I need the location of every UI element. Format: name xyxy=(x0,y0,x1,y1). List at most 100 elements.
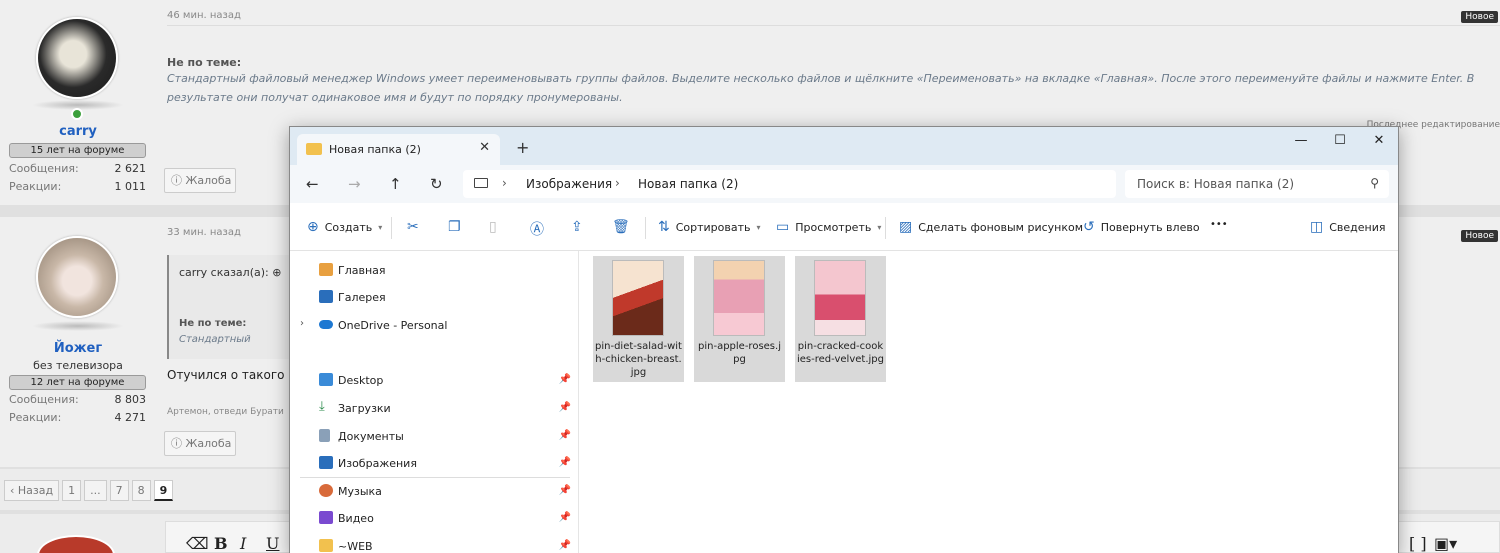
title-bar: Новая папка (2) ✕ + — ☐ ✕ xyxy=(290,127,1398,165)
quote-text: Стандартный xyxy=(179,334,251,345)
report-icon: ⓘ xyxy=(171,174,186,187)
file-item[interactable]: pin-diet-salad-with-chicken-breast.jpg xyxy=(593,256,684,382)
username[interactable]: carry xyxy=(8,124,148,139)
up-arrow-icon[interactable]: ↑ xyxy=(389,175,402,193)
pin-icon[interactable]: 📌 xyxy=(559,430,571,441)
new-badge: Новое xyxy=(1461,11,1498,23)
nav-item-onedrive[interactable]: › OneDrive - Personal xyxy=(290,313,579,339)
pin-icon[interactable]: 📌 xyxy=(559,457,571,468)
rotate-left-button[interactable]: ↺ Повернуть влево xyxy=(1083,219,1200,235)
bold-button[interactable]: B xyxy=(214,534,228,553)
nav-item-gallery[interactable]: Галерея xyxy=(290,285,579,311)
breadcrumb-current-folder[interactable]: Новая папка (2) xyxy=(638,177,738,191)
minimize-button[interactable]: — xyxy=(1286,133,1316,148)
nav-item-home[interactable]: Главная xyxy=(290,258,579,284)
copy-icon: ❐ xyxy=(448,219,461,235)
pin-icon[interactable]: 📌 xyxy=(559,485,571,496)
share-icon: ⇪ xyxy=(571,219,583,235)
nav-item-pictures[interactable]: Изображения 📌 xyxy=(290,451,579,477)
nav-item-web[interactable]: ~WEB 📌 xyxy=(290,534,579,553)
post-body: Отучился о такого по xyxy=(167,368,304,382)
post-time[interactable]: 33 мин. назад xyxy=(167,227,241,238)
new-tab-icon[interactable]: + xyxy=(516,138,529,157)
view-icon: ▭ xyxy=(776,219,790,235)
chevron-down-icon: ▾ xyxy=(877,222,882,232)
desktop-icon xyxy=(319,373,333,386)
delete-button[interactable]: 🗑 xyxy=(612,219,630,235)
report-button[interactable]: ⓘ Жалоба xyxy=(164,431,236,456)
nav-item-downloads[interactable]: ⤓ Загрузки 📌 xyxy=(290,396,579,422)
file-name: pin-diet-salad-with-chicken-breast.jpg xyxy=(595,341,682,378)
nav-item-music[interactable]: Музыка 📌 xyxy=(290,479,579,505)
pin-icon[interactable]: 📌 xyxy=(559,402,571,413)
pin-icon[interactable]: 📌 xyxy=(559,374,571,385)
share-button[interactable]: ⇪ xyxy=(571,219,583,235)
file-item[interactable]: pin-cracked-cookies-red-velvet.jpg xyxy=(795,256,886,382)
quote-author[interactable]: carry сказал(а): ⊕ xyxy=(179,266,281,279)
avatar[interactable] xyxy=(36,17,118,99)
close-button[interactable]: ✕ xyxy=(1364,133,1394,148)
underline-button[interactable]: U xyxy=(266,534,279,553)
reactions-stat: Реакции: 4 271 xyxy=(9,411,146,424)
chevron-right-icon[interactable]: › xyxy=(300,318,304,329)
more-options-button[interactable]: ••• xyxy=(1210,219,1228,230)
current-page[interactable]: 9 xyxy=(153,480,174,501)
new-badge: Новое xyxy=(1461,230,1498,242)
maximize-button[interactable]: ☐ xyxy=(1325,133,1355,148)
signature: Артемон, отведи Бурати xyxy=(167,407,284,417)
address-bar[interactable]: › Изображения › Новая папка (2) xyxy=(463,170,1116,198)
pin-icon[interactable]: 📌 xyxy=(559,540,571,551)
trash-icon: 🗑 xyxy=(612,219,630,235)
page-ellipsis[interactable]: ... xyxy=(84,480,107,501)
chevron-right-icon[interactable]: › xyxy=(615,176,620,190)
copy-button[interactable]: ❐ xyxy=(448,219,461,235)
chevron-right-icon[interactable]: › xyxy=(502,176,507,190)
offtopic-label: Не по теме: xyxy=(167,56,242,69)
file-item[interactable]: pin-apple-roses.jpg xyxy=(694,256,785,382)
forward-arrow-icon[interactable]: → xyxy=(348,175,361,193)
view-button[interactable]: ▭ Просмотреть ▾ xyxy=(776,219,881,235)
refresh-icon[interactable]: ↻ xyxy=(430,175,443,193)
more-icon: ••• xyxy=(1210,219,1228,230)
details-button[interactable]: ◫ Сведения xyxy=(1310,219,1386,235)
report-button[interactable]: ⓘ Жалоба xyxy=(164,168,236,193)
brackets-icon[interactable]: [ ] xyxy=(1409,534,1427,553)
online-status-icon xyxy=(71,108,83,120)
eraser-icon[interactable]: ⌫ xyxy=(186,534,209,553)
address-bar-row: ← → ↑ ↻ › Изображения › Новая папка (2) … xyxy=(290,165,1398,203)
paste-button[interactable]: ▯ xyxy=(489,219,497,235)
home-icon xyxy=(319,263,333,276)
avatar[interactable] xyxy=(36,236,118,318)
avatar[interactable] xyxy=(37,535,115,553)
close-tab-icon[interactable]: ✕ xyxy=(479,140,490,155)
prev-page-button[interactable]: ‹ Назад xyxy=(4,480,60,501)
cut-button[interactable]: ✂ xyxy=(407,219,419,235)
paste-icon: ▯ xyxy=(489,219,497,235)
folder-icon xyxy=(319,539,333,552)
save-draft-icon[interactable]: ▣▾ xyxy=(1434,534,1457,553)
pin-icon[interactable]: 📌 xyxy=(559,512,571,523)
back-arrow-icon[interactable]: ← xyxy=(306,175,319,193)
page-link[interactable]: 8 xyxy=(131,480,151,501)
search-input[interactable]: Поиск в: Новая папка (2) ⚲ xyxy=(1125,170,1389,198)
tab-new-folder[interactable]: Новая папка (2) ✕ xyxy=(297,134,500,165)
rename-button[interactable]: Ⓐ xyxy=(530,219,544,239)
download-icon: ⤓ xyxy=(319,399,325,414)
user-banner: 15 лет на форуме xyxy=(9,143,146,158)
set-background-button[interactable]: ▨ Сделать фоновым рисунком xyxy=(899,219,1083,235)
sort-button[interactable]: ⇅ Сортировать ▾ xyxy=(658,219,761,235)
nav-item-video[interactable]: Видео 📌 xyxy=(290,506,579,532)
video-icon xyxy=(319,511,333,524)
breadcrumb-pictures[interactable]: Изображения xyxy=(526,177,612,191)
messages-stat: Сообщения: 2 621 xyxy=(9,162,146,175)
nav-item-desktop[interactable]: Desktop 📌 xyxy=(290,368,579,394)
italic-button[interactable]: I xyxy=(240,534,246,553)
create-button[interactable]: ⊕ Создать ▾ xyxy=(307,219,382,235)
username[interactable]: Йожег xyxy=(8,341,148,356)
page-link[interactable]: 7 xyxy=(109,480,129,501)
page-link[interactable]: 1 xyxy=(62,480,82,501)
arrow-up-icon[interactable]: ⊕ xyxy=(272,266,281,279)
post-time[interactable]: 46 мин. назад xyxy=(167,10,241,21)
rename-icon: Ⓐ xyxy=(530,222,544,238)
nav-item-documents[interactable]: Документы 📌 xyxy=(290,424,579,450)
